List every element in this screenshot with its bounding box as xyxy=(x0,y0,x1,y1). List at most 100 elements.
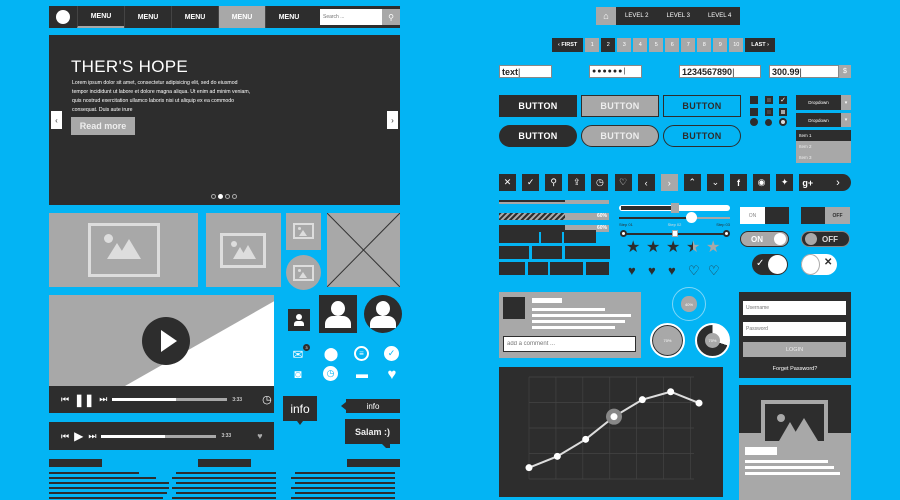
currency-input[interactable]: 300.99 | xyxy=(769,65,839,78)
data-point[interactable] xyxy=(695,399,703,407)
heart-icon[interactable]: ♥ xyxy=(257,431,262,441)
page-8[interactable]: 8 xyxy=(697,38,712,52)
step-slider[interactable] xyxy=(620,230,730,237)
button-dark-rounded[interactable]: BUTTON xyxy=(499,125,577,147)
pause-icon[interactable]: ❚❚ xyxy=(74,393,94,407)
tag-block[interactable] xyxy=(565,246,610,259)
slider-dot[interactable] xyxy=(225,194,230,199)
facebook-button[interactable]: f xyxy=(730,174,747,191)
toggle-check[interactable]: ✓ xyxy=(752,254,788,275)
heart-icon[interactable]: ♡ xyxy=(688,264,700,277)
clock-button[interactable]: ◷ xyxy=(591,174,609,191)
breadcrumb-home[interactable]: ⌂ xyxy=(596,7,616,25)
skip-forward-icon[interactable]: ⏭ xyxy=(99,394,107,405)
toggle-off-square[interactable]: OFF xyxy=(801,207,850,224)
tag-block[interactable] xyxy=(541,230,562,243)
check-button[interactable]: ✓ xyxy=(522,174,540,191)
checkbox-indeterminate[interactable] xyxy=(779,108,787,116)
data-point[interactable] xyxy=(553,452,561,460)
star-icon[interactable]: ★ xyxy=(686,240,700,256)
menu-item-3[interactable]: MENU xyxy=(171,6,218,28)
slider-dot-active[interactable] xyxy=(218,194,223,199)
heart-button[interactable]: ♡ xyxy=(614,174,632,191)
toggle-off-pill[interactable]: OFF xyxy=(801,231,850,247)
button-outline[interactable]: BUTTON xyxy=(663,95,741,117)
audio-progress-track[interactable] xyxy=(101,434,217,438)
tag-block[interactable] xyxy=(499,230,539,243)
tag-block[interactable] xyxy=(499,262,525,275)
pagination-first[interactable]: ‹ FIRST xyxy=(552,38,584,52)
data-point[interactable] xyxy=(667,388,675,396)
read-more-button[interactable]: Read more xyxy=(71,117,135,135)
button-grey[interactable]: BUTTON xyxy=(581,95,659,117)
skip-forward-icon[interactable]: ⏭ xyxy=(88,431,96,442)
forgot-password-link[interactable]: Forget Password? xyxy=(739,366,851,372)
star-icon[interactable]: ★ xyxy=(626,240,640,256)
google-plus-button[interactable]: g+ xyxy=(799,174,817,191)
step-1-dot[interactable] xyxy=(620,230,627,237)
data-point[interactable] xyxy=(582,435,590,443)
dropdown-2[interactable]: Dropdown ▾ xyxy=(796,112,851,127)
login-button[interactable]: LOGIN xyxy=(743,342,846,357)
chevron-right-icon[interactable]: › xyxy=(836,177,840,189)
dropdown-item-3[interactable]: Item 3 xyxy=(796,152,851,163)
menu-item-2[interactable]: MENU xyxy=(124,6,171,28)
toggle-cross[interactable]: ✕ xyxy=(801,254,837,275)
dropdown-1[interactable]: Dropdown ▾ xyxy=(796,95,851,110)
page-9[interactable]: 9 xyxy=(713,38,728,52)
slider-dot[interactable] xyxy=(232,194,237,199)
tag-block[interactable] xyxy=(499,246,529,259)
page-6[interactable]: 6 xyxy=(665,38,680,52)
clock-icon[interactable]: ◷ xyxy=(262,393,272,406)
button-dark[interactable]: BUTTON xyxy=(499,95,577,117)
star-icon[interactable]: ★ xyxy=(666,240,680,256)
page-2[interactable]: 2 xyxy=(601,38,616,52)
data-point[interactable] xyxy=(638,396,646,404)
breadcrumb-level-2[interactable]: LEVEL 2 xyxy=(616,7,658,25)
step-3-dot[interactable] xyxy=(723,230,730,237)
breadcrumb-level-4[interactable]: LEVEL 4 xyxy=(698,7,741,25)
chat-bubble-icon[interactable]: ▬ xyxy=(354,366,370,382)
checkbox-hover[interactable] xyxy=(765,96,773,104)
tag-block[interactable] xyxy=(586,262,609,275)
location-pin-icon[interactable]: ⬤ xyxy=(323,346,339,362)
rss-button[interactable]: ◉ xyxy=(753,174,771,191)
slider-2[interactable] xyxy=(619,212,730,223)
slider-1-thumb[interactable] xyxy=(670,203,679,213)
star-icon[interactable]: ★ xyxy=(646,240,660,256)
search-button[interactable]: ⚲ xyxy=(382,9,400,25)
menu-circle-icon[interactable]: ≡ xyxy=(354,346,369,361)
tag-block[interactable] xyxy=(528,262,548,275)
step-2-dot[interactable] xyxy=(672,230,678,237)
chevron-right-button[interactable]: › xyxy=(660,174,678,191)
share-button[interactable]: ⇪ xyxy=(568,174,586,191)
mail-icon[interactable]: ✉ 3 xyxy=(290,344,310,363)
heart-icon[interactable]: ♥ xyxy=(628,264,636,277)
data-point[interactable] xyxy=(610,413,618,421)
twitter-button[interactable]: ✦ xyxy=(776,174,794,191)
data-point[interactable] xyxy=(525,464,533,472)
checkbox-unchecked[interactable] xyxy=(750,96,758,104)
page-10[interactable]: 10 xyxy=(729,38,744,52)
radio-unselected[interactable] xyxy=(750,118,758,126)
tag-block[interactable] xyxy=(550,262,583,275)
radio-selected[interactable] xyxy=(779,118,787,126)
checkbox-hover[interactable] xyxy=(765,108,773,116)
video-progress-track[interactable] xyxy=(112,398,228,401)
checkbox-checked[interactable]: ✓ xyxy=(779,96,787,104)
heart-icon[interactable]: ♥ xyxy=(648,264,656,277)
search-button[interactable]: ⚲ xyxy=(545,174,563,191)
password-input[interactable]: ●●●●●● | xyxy=(589,65,642,78)
skip-back-icon[interactable]: ⏮ xyxy=(61,431,69,442)
star-icon[interactable]: ★ xyxy=(706,240,720,256)
page-4[interactable]: 4 xyxy=(633,38,648,52)
tag-block[interactable] xyxy=(564,230,596,243)
video-screen[interactable] xyxy=(49,295,274,386)
number-input[interactable]: 1234567890 | xyxy=(679,65,761,78)
menu-item-4[interactable]: MENU xyxy=(218,6,265,28)
check-circle-icon[interactable]: ✓ xyxy=(384,346,399,361)
heart-icon[interactable]: ♥ xyxy=(668,264,676,277)
breadcrumb-level-3[interactable]: LEVEL 3 xyxy=(657,7,699,25)
toggle-on-square[interactable]: ON xyxy=(740,207,789,224)
clock-icon[interactable]: ◷ xyxy=(323,366,338,381)
